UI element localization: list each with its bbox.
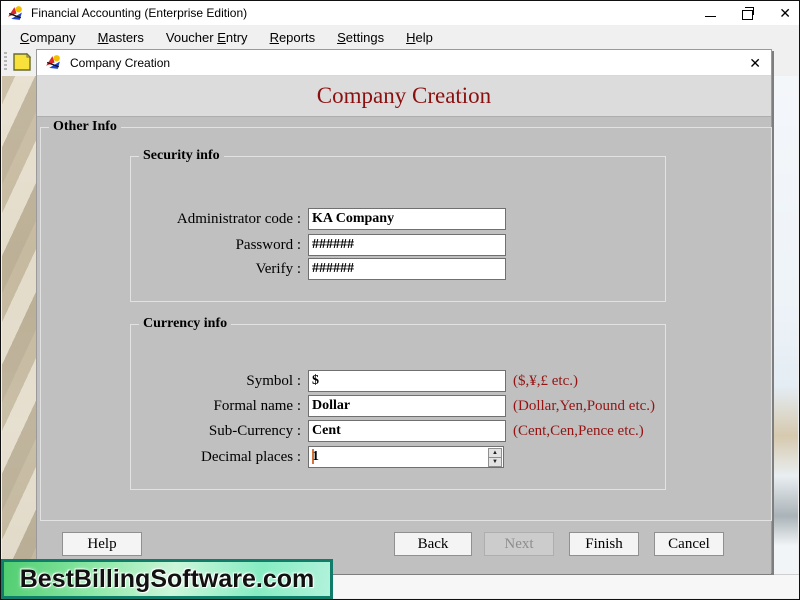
symbol-label: Symbol : (137, 370, 301, 392)
symbol-hint: ($,¥,£ etc.) (513, 370, 578, 392)
sub-currency-label: Sub-Currency : (137, 420, 301, 442)
formal-name-hint: (Dollar,Yen,Pound etc.) (513, 395, 655, 417)
admin-code-label: Administrator code : (137, 208, 301, 230)
company-creation-dialog: Company Creation ✕ Company Creation Othe… (36, 49, 772, 573)
toolbar-grip[interactable] (4, 52, 7, 72)
password-row: Password : (131, 234, 665, 256)
dialog-titlebar: Company Creation ✕ (37, 50, 771, 76)
formal-name-label: Formal name : (137, 395, 301, 417)
new-note-icon[interactable] (11, 51, 33, 73)
background-image-right (770, 76, 798, 576)
next-button: Next (484, 532, 554, 556)
menu-settings[interactable]: Settings (337, 30, 384, 45)
cancel-button[interactable]: Cancel (654, 532, 724, 556)
dialog-header: Company Creation (37, 76, 771, 117)
password-label: Password : (137, 234, 301, 256)
dialog-heading: Company Creation (37, 76, 771, 116)
verify-label: Verify : (137, 258, 301, 280)
watermark-text: BestBillingSoftware.com (20, 565, 315, 594)
menu-voucher-entry[interactable]: Voucher Entry (166, 30, 248, 45)
window-titlebar: Financial Accounting (Enterprise Edition… (1, 1, 799, 25)
decimal-places-label: Decimal places : (137, 446, 301, 468)
spin-up-icon[interactable]: ▲ (488, 448, 502, 458)
verify-input[interactable] (308, 258, 506, 280)
window-title: Financial Accounting (Enterprise Edition… (31, 6, 247, 20)
minimize-icon[interactable] (705, 16, 716, 17)
dialog-close-icon[interactable]: ✕ (749, 50, 761, 76)
password-input[interactable] (308, 234, 506, 256)
decimal-places-stepper: ▲ ▼ (308, 446, 504, 468)
menu-masters[interactable]: Masters (98, 30, 144, 45)
spinner: ▲ ▼ (488, 448, 502, 466)
menu-help[interactable]: Help (406, 30, 433, 45)
admin-code-input[interactable] (308, 208, 506, 230)
text-caret (312, 449, 314, 464)
window-controls: ✕ (705, 1, 791, 25)
app-logo-icon (7, 5, 24, 22)
app-window: Financial Accounting (Enterprise Edition… (0, 0, 800, 600)
sub-currency-row: Sub-Currency : (Cent,Cen,Pence etc.) (131, 420, 665, 442)
spin-down-icon[interactable]: ▼ (488, 458, 502, 467)
help-button[interactable]: Help (62, 532, 142, 556)
symbol-input[interactable] (308, 370, 506, 392)
finish-button[interactable]: Finish (569, 532, 639, 556)
decimal-places-input[interactable] (308, 446, 504, 468)
back-button[interactable]: Back (394, 532, 472, 556)
watermark-banner: BestBillingSoftware.com (1, 559, 333, 599)
close-icon[interactable]: ✕ (779, 1, 791, 25)
verify-row: Verify : (131, 258, 665, 280)
currency-info-legend: Currency info (139, 316, 231, 332)
menu-company[interactable]: Company (20, 30, 76, 45)
admin-code-row: Administrator code : (131, 208, 665, 230)
symbol-row: Symbol : ($,¥,£ etc.) (131, 370, 665, 392)
decimal-places-row: Decimal places : ▲ ▼ (131, 446, 665, 468)
currency-info-group: Currency info Symbol : ($,¥,£ etc.) Form… (130, 324, 666, 490)
security-info-legend: Security info (139, 148, 224, 164)
dialog-body: Other Info Security info Administrator c… (37, 117, 771, 574)
sub-currency-hint: (Cent,Cen,Pence etc.) (513, 420, 644, 442)
dialog-logo-icon (45, 54, 62, 71)
security-info-group: Security info Administrator code : Passw… (130, 156, 666, 302)
background-image-left (2, 76, 37, 576)
dialog-title: Company Creation (70, 56, 170, 70)
other-info-legend: Other Info (49, 119, 121, 135)
formal-name-input[interactable] (308, 395, 506, 417)
formal-name-row: Formal name : (Dollar,Yen,Pound etc.) (131, 395, 665, 417)
menu-reports[interactable]: Reports (270, 30, 316, 45)
restore-icon[interactable] (742, 10, 753, 20)
sub-currency-input[interactable] (308, 420, 506, 442)
menubar: Company Masters Voucher Entry Reports Se… (2, 26, 800, 48)
